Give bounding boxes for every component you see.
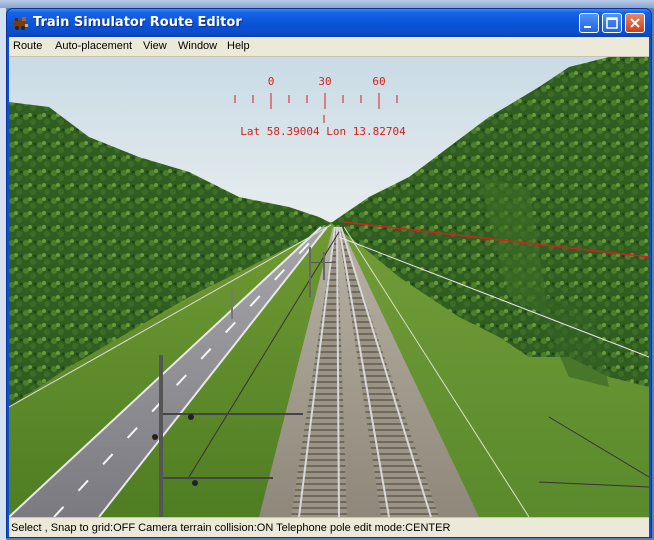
desktop-background bbox=[0, 0, 654, 8]
status-text: Select , Snap to grid:OFF Camera terrain… bbox=[11, 522, 451, 534]
coordinates-readout: Lat 58.39004 Lon 13.82704 bbox=[240, 125, 406, 138]
maximize-button[interactable] bbox=[602, 13, 622, 33]
menu-route[interactable]: Route bbox=[13, 39, 42, 53]
compass-label-0: 0 bbox=[268, 75, 275, 88]
telephone-pole bbox=[231, 289, 233, 319]
title-bar[interactable]: Train Simulator Route Editor bbox=[7, 9, 651, 37]
window-title: Train Simulator Route Editor bbox=[33, 15, 242, 30]
3d-viewport[interactable]: 0 30 60 Lat 58.39004 Lon 13.82704 bbox=[9, 57, 649, 517]
maximize-icon bbox=[606, 17, 618, 29]
menu-auto-placement[interactable]: Auto-placement bbox=[55, 39, 132, 53]
minimize-icon bbox=[584, 26, 591, 28]
app-window: Train Simulator Route Editor Route Auto-… bbox=[6, 8, 652, 538]
close-icon bbox=[630, 18, 640, 28]
compass-label-60: 60 bbox=[372, 75, 385, 88]
menu-view[interactable]: View bbox=[143, 39, 167, 53]
menu-bar: Route Auto-placement View Window Help bbox=[9, 37, 649, 57]
menu-window[interactable]: Window bbox=[178, 39, 217, 53]
scene-render: 0 30 60 Lat 58.39004 Lon 13.82704 bbox=[9, 57, 649, 517]
status-bar: Select , Snap to grid:OFF Camera terrain… bbox=[9, 517, 649, 537]
app-train-icon bbox=[14, 17, 28, 30]
minimize-button[interactable] bbox=[579, 13, 599, 33]
compass-label-30: 30 bbox=[318, 75, 331, 88]
menu-help[interactable]: Help bbox=[227, 39, 250, 53]
close-button[interactable] bbox=[625, 13, 645, 33]
